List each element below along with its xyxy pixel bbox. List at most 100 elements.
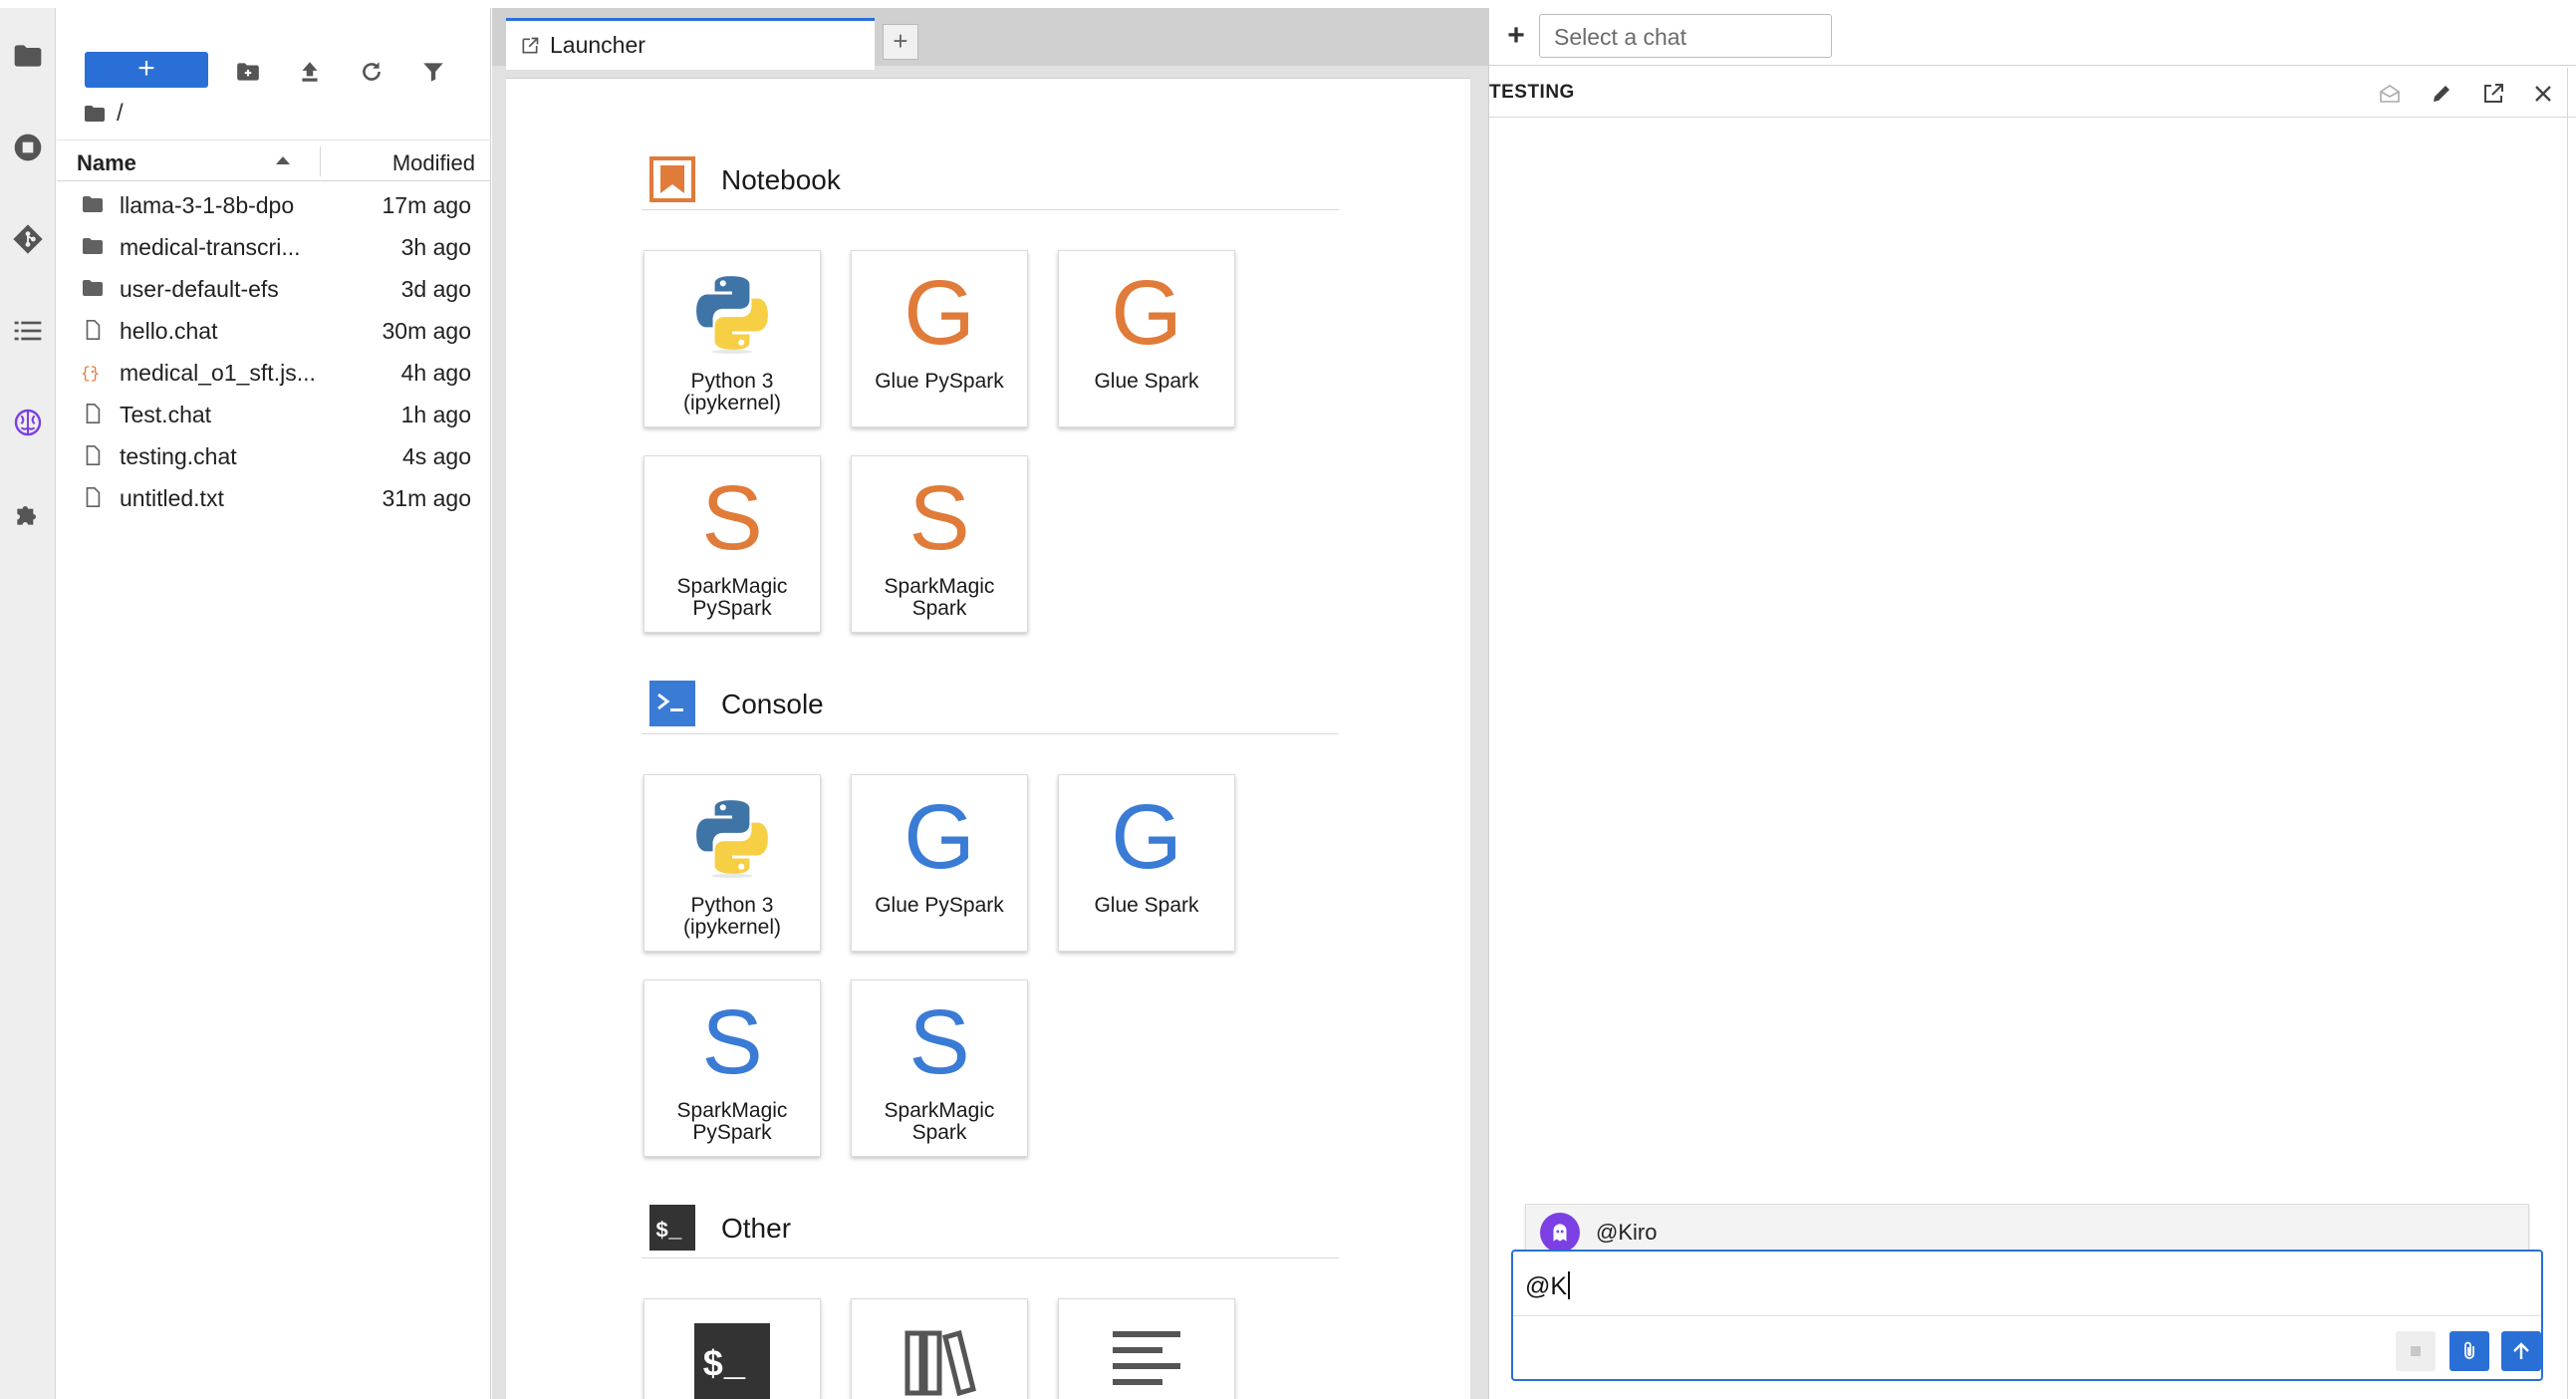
other-section-icon: $_ bbox=[649, 1205, 695, 1251]
stop-icon bbox=[2411, 1346, 2421, 1356]
edit-pencil-icon[interactable] bbox=[2428, 80, 2455, 108]
glue-g-icon: G bbox=[1111, 786, 1182, 888]
new-tab-button[interactable]: + bbox=[883, 24, 918, 60]
chat-input[interactable]: @K bbox=[1525, 1271, 1571, 1301]
file-row[interactable]: untitled.txt 31m ago bbox=[57, 476, 491, 518]
extension-puzzle-icon[interactable] bbox=[6, 492, 50, 536]
upload-icon[interactable] bbox=[294, 56, 326, 88]
notebook-glue-spark-card[interactable]: G Glue Spark bbox=[1058, 250, 1235, 427]
python-logo-icon bbox=[644, 263, 820, 363]
text-file-card[interactable] bbox=[1058, 1298, 1235, 1399]
stop-button[interactable] bbox=[2396, 1331, 2436, 1371]
chat-composer[interactable]: @K bbox=[1511, 1250, 2543, 1381]
git-icon[interactable] bbox=[6, 217, 50, 261]
attach-button[interactable] bbox=[2449, 1331, 2489, 1371]
main-dock-area: Launcher + Notebook Python 3 (ipykernel)… bbox=[492, 8, 1488, 1399]
terminal-icon: $_ bbox=[644, 1311, 820, 1399]
refresh-icon[interactable] bbox=[356, 56, 387, 88]
filter-icon[interactable] bbox=[417, 56, 449, 88]
running-stop-icon[interactable] bbox=[6, 126, 50, 169]
console-sparkmagic-spark-card[interactable]: S SparkMagic Spark bbox=[851, 979, 1028, 1157]
file-name: medical-transcri... bbox=[120, 234, 301, 260]
file-modified: 31m ago bbox=[382, 485, 471, 511]
card-label: Python 3 (ipykernel) bbox=[682, 894, 782, 939]
console-glue-pyspark-card[interactable]: G Glue PySpark bbox=[851, 774, 1028, 952]
file-name: untitled.txt bbox=[120, 485, 224, 511]
console-section-title: Console bbox=[721, 689, 824, 719]
ai-brain-icon[interactable] bbox=[6, 401, 50, 444]
breadcrumb-folder-icon[interactable] bbox=[83, 102, 107, 126]
new-launcher-button[interactable]: + bbox=[85, 52, 208, 88]
file-name: testing.chat bbox=[120, 443, 237, 469]
chat-select-dropdown[interactable]: Select a chat bbox=[1539, 14, 1832, 58]
console-sparkmagic-pyspark-card[interactable]: S SparkMagic PySpark bbox=[644, 979, 821, 1157]
file-icon bbox=[81, 402, 105, 425]
sort-ascending-icon bbox=[276, 156, 290, 164]
file-row[interactable]: testing.chat 4s ago bbox=[57, 434, 491, 476]
terminal-card[interactable]: $_ bbox=[644, 1298, 821, 1399]
text-caret bbox=[1568, 1271, 1571, 1299]
file-row[interactable]: medical-transcri... 3h ago bbox=[57, 225, 491, 267]
file-list: llama-3-1-8b-dpo 17m ago medical-transcr… bbox=[57, 183, 491, 518]
file-row[interactable]: Test.chat 1h ago bbox=[57, 393, 491, 434]
chat-header: TESTING bbox=[1489, 68, 2576, 118]
file-name: Test.chat bbox=[120, 402, 212, 427]
breadcrumb[interactable]: / bbox=[83, 96, 124, 132]
send-button[interactable] bbox=[2501, 1331, 2541, 1371]
file-icon bbox=[81, 318, 105, 342]
mark-read-envelope-icon[interactable] bbox=[2376, 80, 2404, 108]
jupyter-app: + / Name Modified llama-3-1-8b-dpo 17m a… bbox=[0, 0, 2576, 1399]
close-icon[interactable] bbox=[2529, 80, 2557, 108]
launcher-tab-icon bbox=[522, 37, 539, 53]
file-modified: 4s ago bbox=[401, 443, 471, 469]
other-section-title: Other bbox=[721, 1213, 792, 1244]
sparkmagic-s-icon: S bbox=[908, 467, 970, 569]
folder-icon[interactable] bbox=[6, 34, 50, 78]
new-folder-icon[interactable] bbox=[232, 56, 264, 88]
arrow-up-icon bbox=[2513, 1342, 2529, 1359]
console-glue-spark-card[interactable]: G Glue Spark bbox=[1058, 774, 1235, 952]
file-modified: 1h ago bbox=[400, 402, 471, 427]
python-file-card[interactable] bbox=[851, 1298, 1028, 1399]
breadcrumb-path[interactable]: / bbox=[117, 100, 124, 128]
file-name: llama-3-1-8b-dpo bbox=[120, 192, 295, 218]
mention-suggestion-name: @Kiro bbox=[1596, 1220, 1658, 1245]
file-modified: 30m ago bbox=[382, 318, 471, 344]
file-list-header: Name Modified bbox=[57, 140, 491, 181]
text-lines-icon bbox=[1059, 1311, 1234, 1399]
file-name: user-default-efs bbox=[120, 276, 279, 302]
notebook-glue-pyspark-card[interactable]: G Glue PySpark bbox=[851, 250, 1028, 427]
card-label: Glue Spark bbox=[1094, 894, 1199, 917]
file-name: medical_o1_sft.js... bbox=[120, 360, 316, 386]
console-python3-card[interactable]: Python 3 (ipykernel) bbox=[644, 774, 821, 952]
chat-panel: + Select a chat TESTING @Kiro @K bbox=[1488, 8, 2576, 1399]
table-of-contents-icon[interactable] bbox=[6, 309, 50, 353]
python-logo-icon bbox=[644, 787, 820, 887]
open-external-icon[interactable] bbox=[2479, 80, 2507, 108]
file-row[interactable]: llama-3-1-8b-dpo 17m ago bbox=[57, 183, 491, 225]
json-file-icon: {} bbox=[81, 360, 105, 384]
new-chat-button[interactable]: + bbox=[1501, 21, 1531, 52]
file-row[interactable]: {} medical_o1_sft.js... 4h ago bbox=[57, 351, 491, 393]
sparkmagic-s-icon: S bbox=[701, 467, 763, 569]
file-browser-toolbar: + bbox=[57, 28, 491, 88]
sparkmagic-s-icon: S bbox=[908, 991, 970, 1093]
tab-launcher[interactable]: Launcher bbox=[506, 18, 875, 70]
chat-scrollbar[interactable] bbox=[2567, 68, 2576, 1399]
launcher-panel: Notebook Python 3 (ipykernel) G Glue PyS… bbox=[506, 78, 1470, 1399]
column-header-name[interactable]: Name bbox=[77, 150, 136, 176]
notebook-sparkmagic-spark-card[interactable]: S SparkMagic Spark bbox=[851, 455, 1028, 633]
kiro-avatar bbox=[1540, 1213, 1580, 1253]
tab-label: Launcher bbox=[550, 32, 645, 58]
ghost-icon bbox=[1553, 1224, 1567, 1242]
column-divider[interactable] bbox=[320, 146, 321, 176]
file-row[interactable]: user-default-efs 3d ago bbox=[57, 267, 491, 309]
file-row[interactable]: hello.chat 30m ago bbox=[57, 309, 491, 351]
file-icon bbox=[81, 485, 105, 509]
glue-g-icon: G bbox=[1111, 262, 1182, 364]
activity-bar bbox=[0, 8, 56, 1399]
column-header-modified[interactable]: Modified bbox=[392, 150, 475, 176]
notebook-sparkmagic-pyspark-card[interactable]: S SparkMagic PySpark bbox=[644, 455, 821, 633]
svg-text:$_: $_ bbox=[655, 1219, 682, 1244]
notebook-python3-card[interactable]: Python 3 (ipykernel) bbox=[644, 250, 821, 427]
